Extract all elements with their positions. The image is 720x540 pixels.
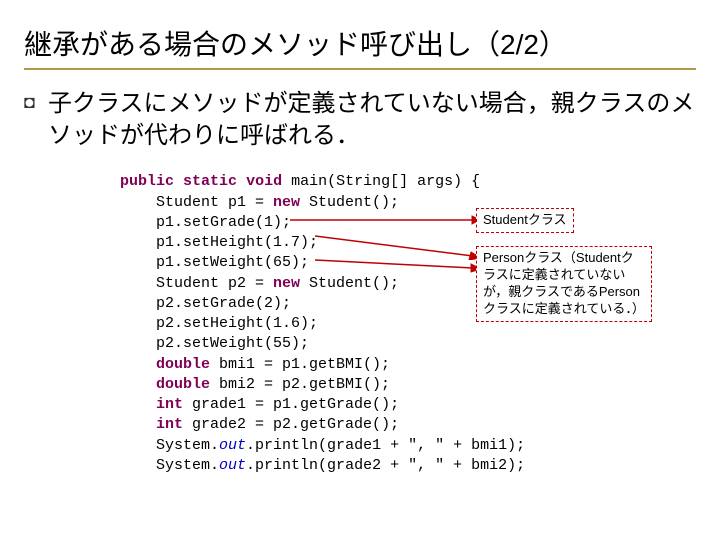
body-text: 子クラスにメソッドが定義されていない場合，親クラスのメソッドが代わりに呼ばれる．: [48, 88, 696, 153]
kw-double: double: [156, 356, 210, 373]
code-area: public static void main(String[] args) {…: [120, 172, 696, 476]
body-row: ◘ 子クラスにメソッドが定義されていない場合，親クラスのメソッドが代わりに呼ばれ…: [24, 88, 696, 153]
callout-student: Studentクラス: [476, 208, 574, 233]
arrow-line-1: [290, 214, 480, 226]
slide: 継承がある場合のメソッド呼び出し（2/2） ◘ 子クラスにメソッドが定義されてい…: [0, 0, 720, 540]
kw-double-2: double: [156, 376, 210, 393]
slide-title: 継承がある場合のメソッド呼び出し（2/2）: [24, 28, 696, 70]
kw-public: public: [120, 173, 174, 190]
field-out: out: [219, 437, 246, 454]
kw-int-2: int: [156, 416, 183, 433]
bullet-icon: ◘: [24, 88, 48, 153]
field-out-2: out: [219, 457, 246, 474]
kw-static: static: [183, 173, 237, 190]
arrow-line-3: [315, 254, 485, 274]
kw-new: new: [273, 194, 300, 211]
kw-int: int: [156, 396, 183, 413]
kw-void: void: [246, 173, 282, 190]
callout-person: Personクラス（Studentクラスに定義されていないが，親クラスであるPe…: [476, 246, 652, 322]
kw-new-2: new: [273, 275, 300, 292]
